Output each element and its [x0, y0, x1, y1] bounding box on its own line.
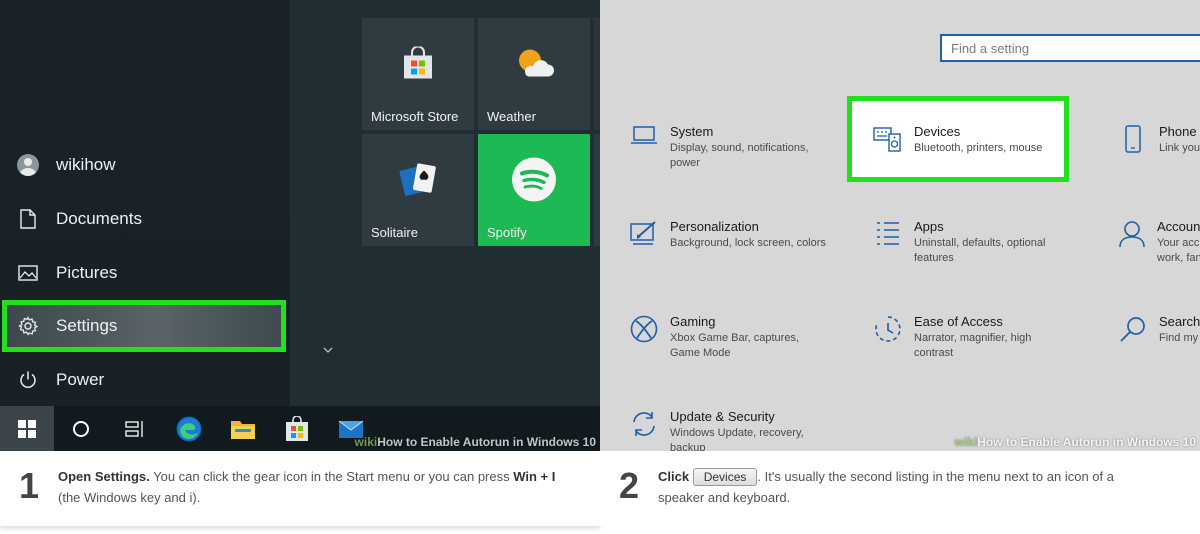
category-system[interactable]: System Display, sound, notifications, po…	[624, 123, 824, 171]
ease-of-access-icon	[868, 313, 908, 347]
person-icon	[1113, 218, 1151, 252]
devices-button-graphic: Devices	[692, 468, 758, 486]
watermark: wikiHow to Enable Autorun in Windows 10	[954, 435, 1196, 449]
category-search[interactable]: Search Find my	[1113, 313, 1200, 347]
apps-desc: Uninstall, defaults, optional features	[914, 237, 1046, 264]
power-label: Power	[56, 370, 105, 389]
step-1-caption: 1 Open Settings. You can click the gear …	[0, 451, 600, 526]
apps-list-icon	[868, 218, 908, 252]
cortana-circle-icon	[73, 420, 89, 437]
search-icon	[1113, 313, 1153, 347]
category-devices[interactable]: Devices Bluetooth, printers, mouse	[868, 123, 1058, 157]
cards-icon	[398, 161, 438, 202]
task-view-button[interactable]	[108, 406, 162, 451]
power-icon	[0, 370, 56, 390]
apps-title: Apps	[914, 219, 944, 234]
user-name: wikihow	[56, 155, 116, 174]
start-button[interactable]	[0, 406, 54, 451]
phone-title: Phone	[1159, 124, 1197, 139]
start-power[interactable]: Power	[0, 356, 290, 404]
category-accounts[interactable]: Accoun Your acc work, fan	[1113, 218, 1200, 266]
tile-store-label: Microsoft Store	[371, 109, 459, 124]
category-ease-of-access[interactable]: Ease of Access Narrator, magnifier, high…	[868, 313, 1068, 361]
search-placeholder: Find a setting	[951, 41, 1030, 56]
category-personalization[interactable]: Personalization Background, lock screen,…	[624, 218, 834, 252]
store-bag-icon	[401, 45, 435, 84]
watermark: wikiHow to Enable Autorun in Windows 10	[354, 435, 596, 449]
personalization-desc: Background, lock screen, colors	[670, 237, 826, 249]
cortana-button[interactable]	[54, 406, 108, 451]
user-avatar-icon	[17, 154, 39, 176]
xbox-icon	[624, 313, 664, 347]
phone-icon	[1113, 123, 1153, 157]
search-setting-input[interactable]: Find a setting	[940, 34, 1200, 62]
spotify-icon	[511, 157, 557, 206]
tile-microsoft-store[interactable]: Microsoft Store	[362, 18, 474, 130]
paint-brush-icon	[624, 218, 664, 252]
step-text: Click Devices. It's usually the second l…	[658, 468, 1114, 505]
system-desc: Display, sound, notifications, power	[670, 142, 809, 169]
picture-icon	[0, 265, 56, 281]
keyboard-speaker-icon	[868, 123, 908, 157]
ease-desc: Narrator, magnifier, high contrast	[914, 332, 1032, 359]
chevron-down-icon[interactable]	[321, 343, 335, 357]
step-text: Open Settings. You can click the gear ic…	[58, 469, 556, 505]
update-title: Update & Security	[670, 409, 775, 424]
store-bag-icon	[286, 415, 308, 441]
store-taskbar-button[interactable]	[270, 406, 324, 451]
start-user-account[interactable]: wikihow	[0, 141, 290, 189]
weather-icon	[514, 47, 554, 84]
system-title: System	[670, 124, 714, 139]
gear-icon	[0, 316, 56, 336]
devices-title: Devices	[914, 124, 961, 139]
phone-desc: Link you	[1159, 142, 1200, 154]
settings-label: Settings	[56, 316, 118, 335]
accounts-desc: Your acc work, fan	[1157, 237, 1200, 264]
folder-icon	[231, 420, 255, 439]
category-phone[interactable]: Phone Link you	[1113, 123, 1200, 157]
sync-arrows-icon	[624, 408, 664, 442]
category-apps[interactable]: Apps Uninstall, defaults, optional featu…	[868, 218, 1068, 266]
gaming-desc: Xbox Game Bar, captures, Game Mode	[670, 332, 800, 359]
gaming-title: Gaming	[670, 314, 716, 329]
edge-button[interactable]	[162, 406, 216, 451]
ease-title: Ease of Access	[914, 314, 1003, 329]
windows-logo-icon	[18, 419, 36, 438]
start-settings[interactable]: Settings	[0, 302, 290, 350]
category-update-security[interactable]: Update & Security Windows Update, recove…	[624, 408, 834, 451]
devices-desc: Bluetooth, printers, mouse	[914, 142, 1043, 154]
tile-weather[interactable]: Weather	[478, 18, 590, 130]
update-desc: Windows Update, recovery, backup	[670, 427, 804, 451]
tile-weather-label: Weather	[487, 109, 536, 124]
search-title: Search	[1159, 314, 1200, 329]
category-gaming[interactable]: Gaming Xbox Game Bar, captures, Game Mod…	[624, 313, 834, 361]
tile-spotify-label: Spotify	[487, 225, 527, 240]
tile-spotify[interactable]: Spotify	[478, 134, 590, 246]
task-view-icon	[125, 420, 143, 437]
left-screenshot: wikihow Documents Pictures Settings Powe…	[0, 0, 600, 451]
edge-icon	[176, 416, 202, 441]
documents-label: Documents	[56, 209, 142, 228]
document-icon	[0, 209, 56, 229]
pictures-label: Pictures	[56, 263, 118, 282]
tile-solitaire-label: Solitaire	[371, 225, 418, 240]
search-desc: Find my	[1159, 332, 1199, 344]
right-screenshot: Find a setting System Display, sound, no…	[600, 0, 1200, 451]
step-number: 2	[618, 465, 640, 506]
step-2-caption: 2 Click Devices. It's usually the second…	[600, 451, 1200, 526]
laptop-icon	[624, 123, 664, 157]
start-pictures[interactable]: Pictures	[0, 249, 290, 297]
personalization-title: Personalization	[670, 219, 759, 234]
step-number: 1	[18, 465, 40, 506]
start-documents[interactable]: Documents	[0, 195, 290, 243]
file-explorer-button[interactable]	[216, 406, 270, 451]
accounts-title: Accoun	[1157, 219, 1200, 234]
tile-solitaire[interactable]: Solitaire	[362, 134, 474, 246]
